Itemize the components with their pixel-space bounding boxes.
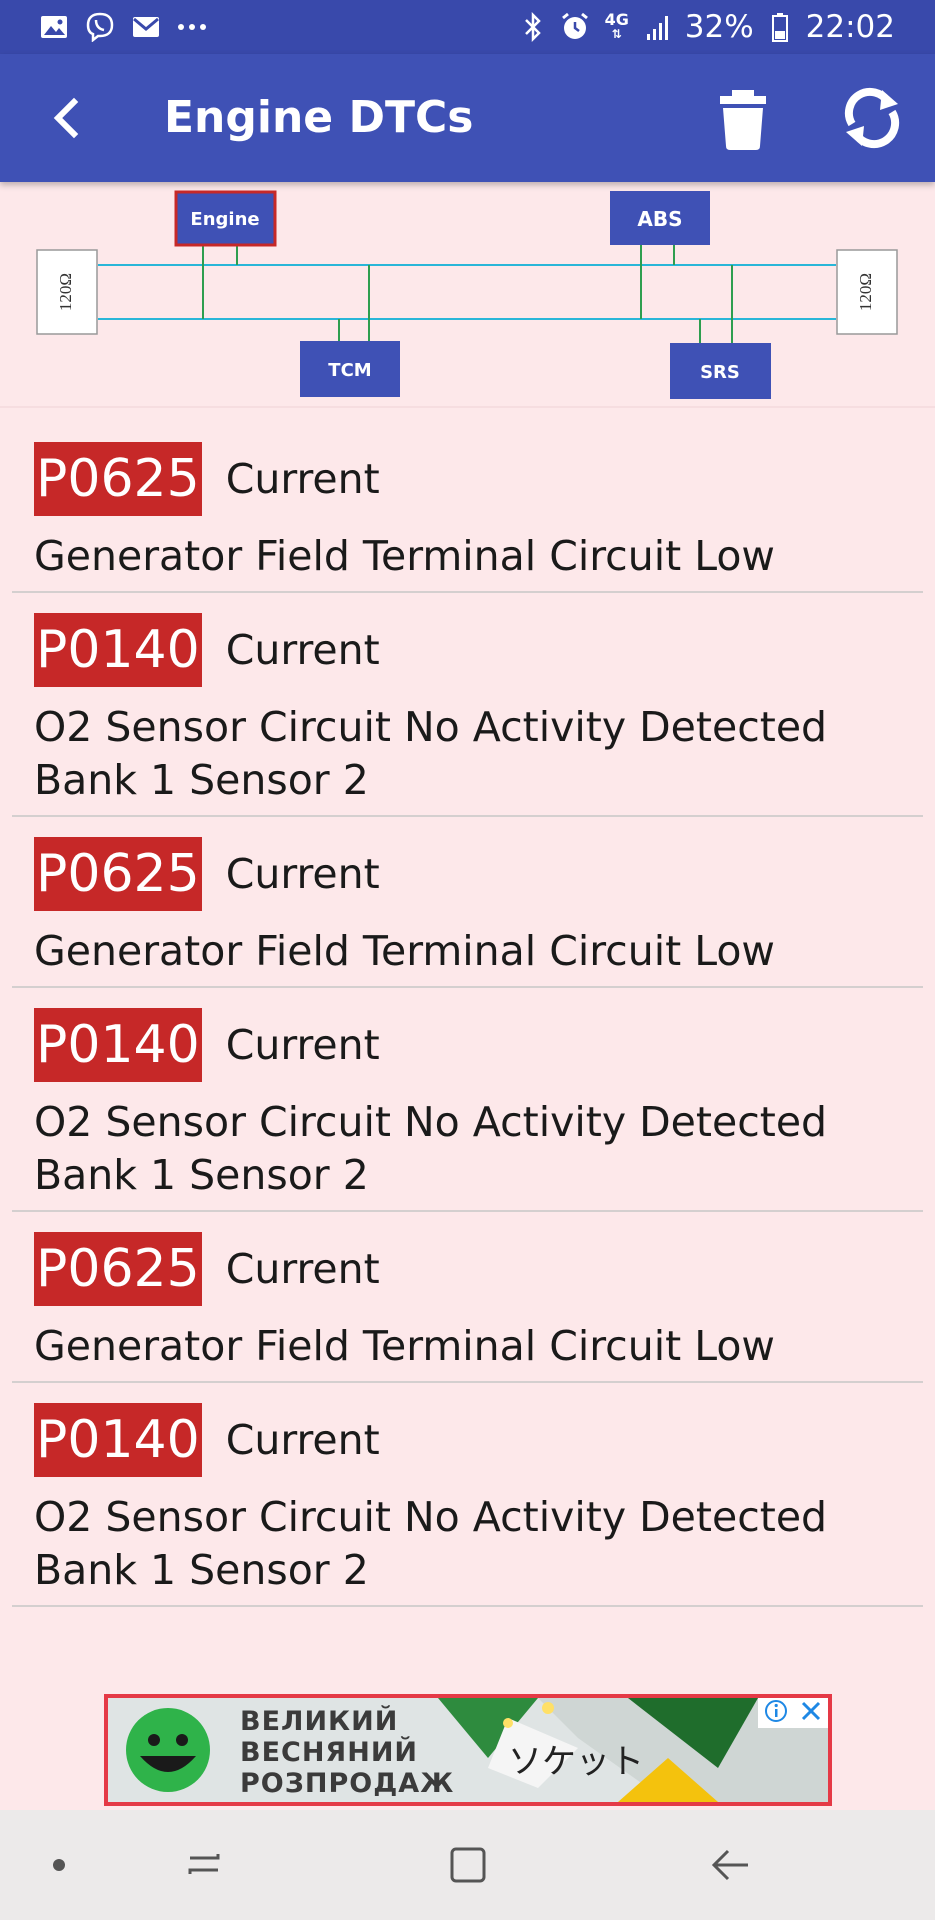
terminator-right: 120Ω [836, 249, 898, 335]
terminator-left-label: 120Ω [56, 273, 75, 311]
dtc-status: Current [225, 455, 380, 503]
dtc-item[interactable]: P0625 Current Generator Field Terminal C… [12, 817, 923, 988]
status-bar-notifications [38, 10, 208, 44]
node-srs[interactable]: SRS [670, 343, 771, 399]
dtc-code: P0625 [34, 1232, 202, 1306]
adchoices-info-icon[interactable] [764, 1699, 788, 1727]
dtc-code: P0140 [34, 1403, 202, 1477]
back-arrow-icon [53, 97, 79, 139]
ad-headline: ВЕЛИКИЙ ВЕСНЯНИЙ РОЗПРОДАЖ [240, 1706, 454, 1799]
page-title: Engine DTCs [164, 92, 474, 143]
dtc-code: P0140 [34, 613, 202, 687]
dtc-item[interactable]: P0625 Current Generator Field Terminal C… [12, 422, 923, 593]
trash-icon [720, 90, 766, 150]
battery-percent: 32% [684, 9, 754, 45]
gallery-icon [38, 11, 70, 43]
viber-icon [84, 11, 116, 43]
dtc-status: Current [225, 1021, 380, 1069]
home-icon [450, 1847, 486, 1883]
ad-banner[interactable]: ВЕЛИКИЙ ВЕСНЯНИЙ РОЗПРОДАЖ ソケット [104, 1694, 832, 1806]
ad-badge [758, 1698, 828, 1728]
alarm-icon [559, 11, 591, 43]
back-button[interactable] [40, 90, 96, 146]
ad-close-icon[interactable] [800, 1700, 822, 1726]
node-abs[interactable]: ABS [610, 191, 710, 245]
clear-dtcs-button[interactable] [712, 84, 774, 152]
dtc-description: Generator Field Terminal Circuit Low [34, 532, 775, 580]
dtc-description: Generator Field Terminal Circuit Low [34, 1322, 775, 1370]
dot-icon [53, 1859, 65, 1871]
dtc-description: O2 Sensor Circuit No Activity Detected B… [34, 1493, 828, 1594]
network-label: 4G [604, 10, 629, 29]
gmail-icon [130, 11, 162, 43]
back-icon [711, 1849, 748, 1881]
refresh-button[interactable] [838, 84, 906, 152]
ad-line-1: ВЕЛИКИЙ [240, 1706, 399, 1737]
dtc-item[interactable]: P0140 Current O2 Sensor Circuit No Activ… [12, 988, 923, 1212]
more-dots-icon [176, 11, 208, 43]
data-arrows-icon: ⇅ [611, 27, 622, 41]
dtc-code: P0140 [34, 1008, 202, 1082]
dtc-item[interactable]: P0140 Current O2 Sensor Circuit No Activ… [12, 593, 923, 817]
terminator-left: 120Ω [36, 249, 98, 335]
node-engine-label: Engine [190, 209, 259, 230]
node-srs-label: SRS [700, 362, 740, 383]
home-button[interactable] [443, 1840, 493, 1890]
dtc-description: O2 Sensor Circuit No Activity Detected B… [34, 1098, 828, 1199]
dtc-status: Current [225, 850, 380, 898]
refresh-icon [844, 87, 900, 149]
dtc-status: Current [225, 1245, 380, 1293]
signal-icon [643, 11, 675, 43]
status-bar: 4G ⇅ 32% 22:02 [0, 0, 935, 54]
system-nav-bar [0, 1810, 935, 1920]
ad-overlay-text: ソケット [508, 1742, 644, 1782]
node-engine[interactable]: Engine [174, 190, 277, 247]
node-abs-label: ABS [637, 207, 682, 231]
status-bar-system: 4G ⇅ 32% 22:02 [517, 9, 895, 45]
nav-dot-button[interactable] [34, 1840, 84, 1890]
ad-line-2: ВЕСНЯНИЙ [240, 1737, 419, 1768]
node-tcm-label: TCM [328, 360, 371, 381]
dtc-list: P0625 Current Generator Field Terminal C… [12, 422, 923, 1607]
node-tcm[interactable]: TCM [300, 341, 400, 397]
dtc-status: Current [225, 1416, 380, 1464]
clock: 22:02 [805, 9, 895, 45]
recent-apps-icon [188, 1854, 220, 1874]
can-bus-diagram: 120Ω 120Ω Engine ABS TCM SRS [0, 182, 935, 408]
dtc-description: Generator Field Terminal Circuit Low [34, 927, 775, 975]
terminator-right-label: 120Ω [856, 273, 875, 311]
ad-line-3: РОЗПРОДАЖ [240, 1768, 455, 1799]
dtc-status: Current [225, 626, 380, 674]
ad-artwork [126, 1698, 828, 1802]
recent-apps-button[interactable] [180, 1840, 230, 1890]
network-4g-icon: 4G ⇅ [601, 11, 633, 43]
battery-icon [764, 11, 796, 43]
dtc-item[interactable]: P0140 Current O2 Sensor Circuit No Activ… [12, 1383, 923, 1607]
dtc-description: O2 Sensor Circuit No Activity Detected B… [34, 703, 828, 804]
app-bar: Engine DTCs [0, 54, 935, 182]
dtc-item[interactable]: P0625 Current Generator Field Terminal C… [12, 1212, 923, 1383]
bluetooth-icon [517, 11, 549, 43]
dtc-code: P0625 [34, 442, 202, 516]
nav-back-button[interactable] [706, 1840, 756, 1890]
dtc-code: P0625 [34, 837, 202, 911]
